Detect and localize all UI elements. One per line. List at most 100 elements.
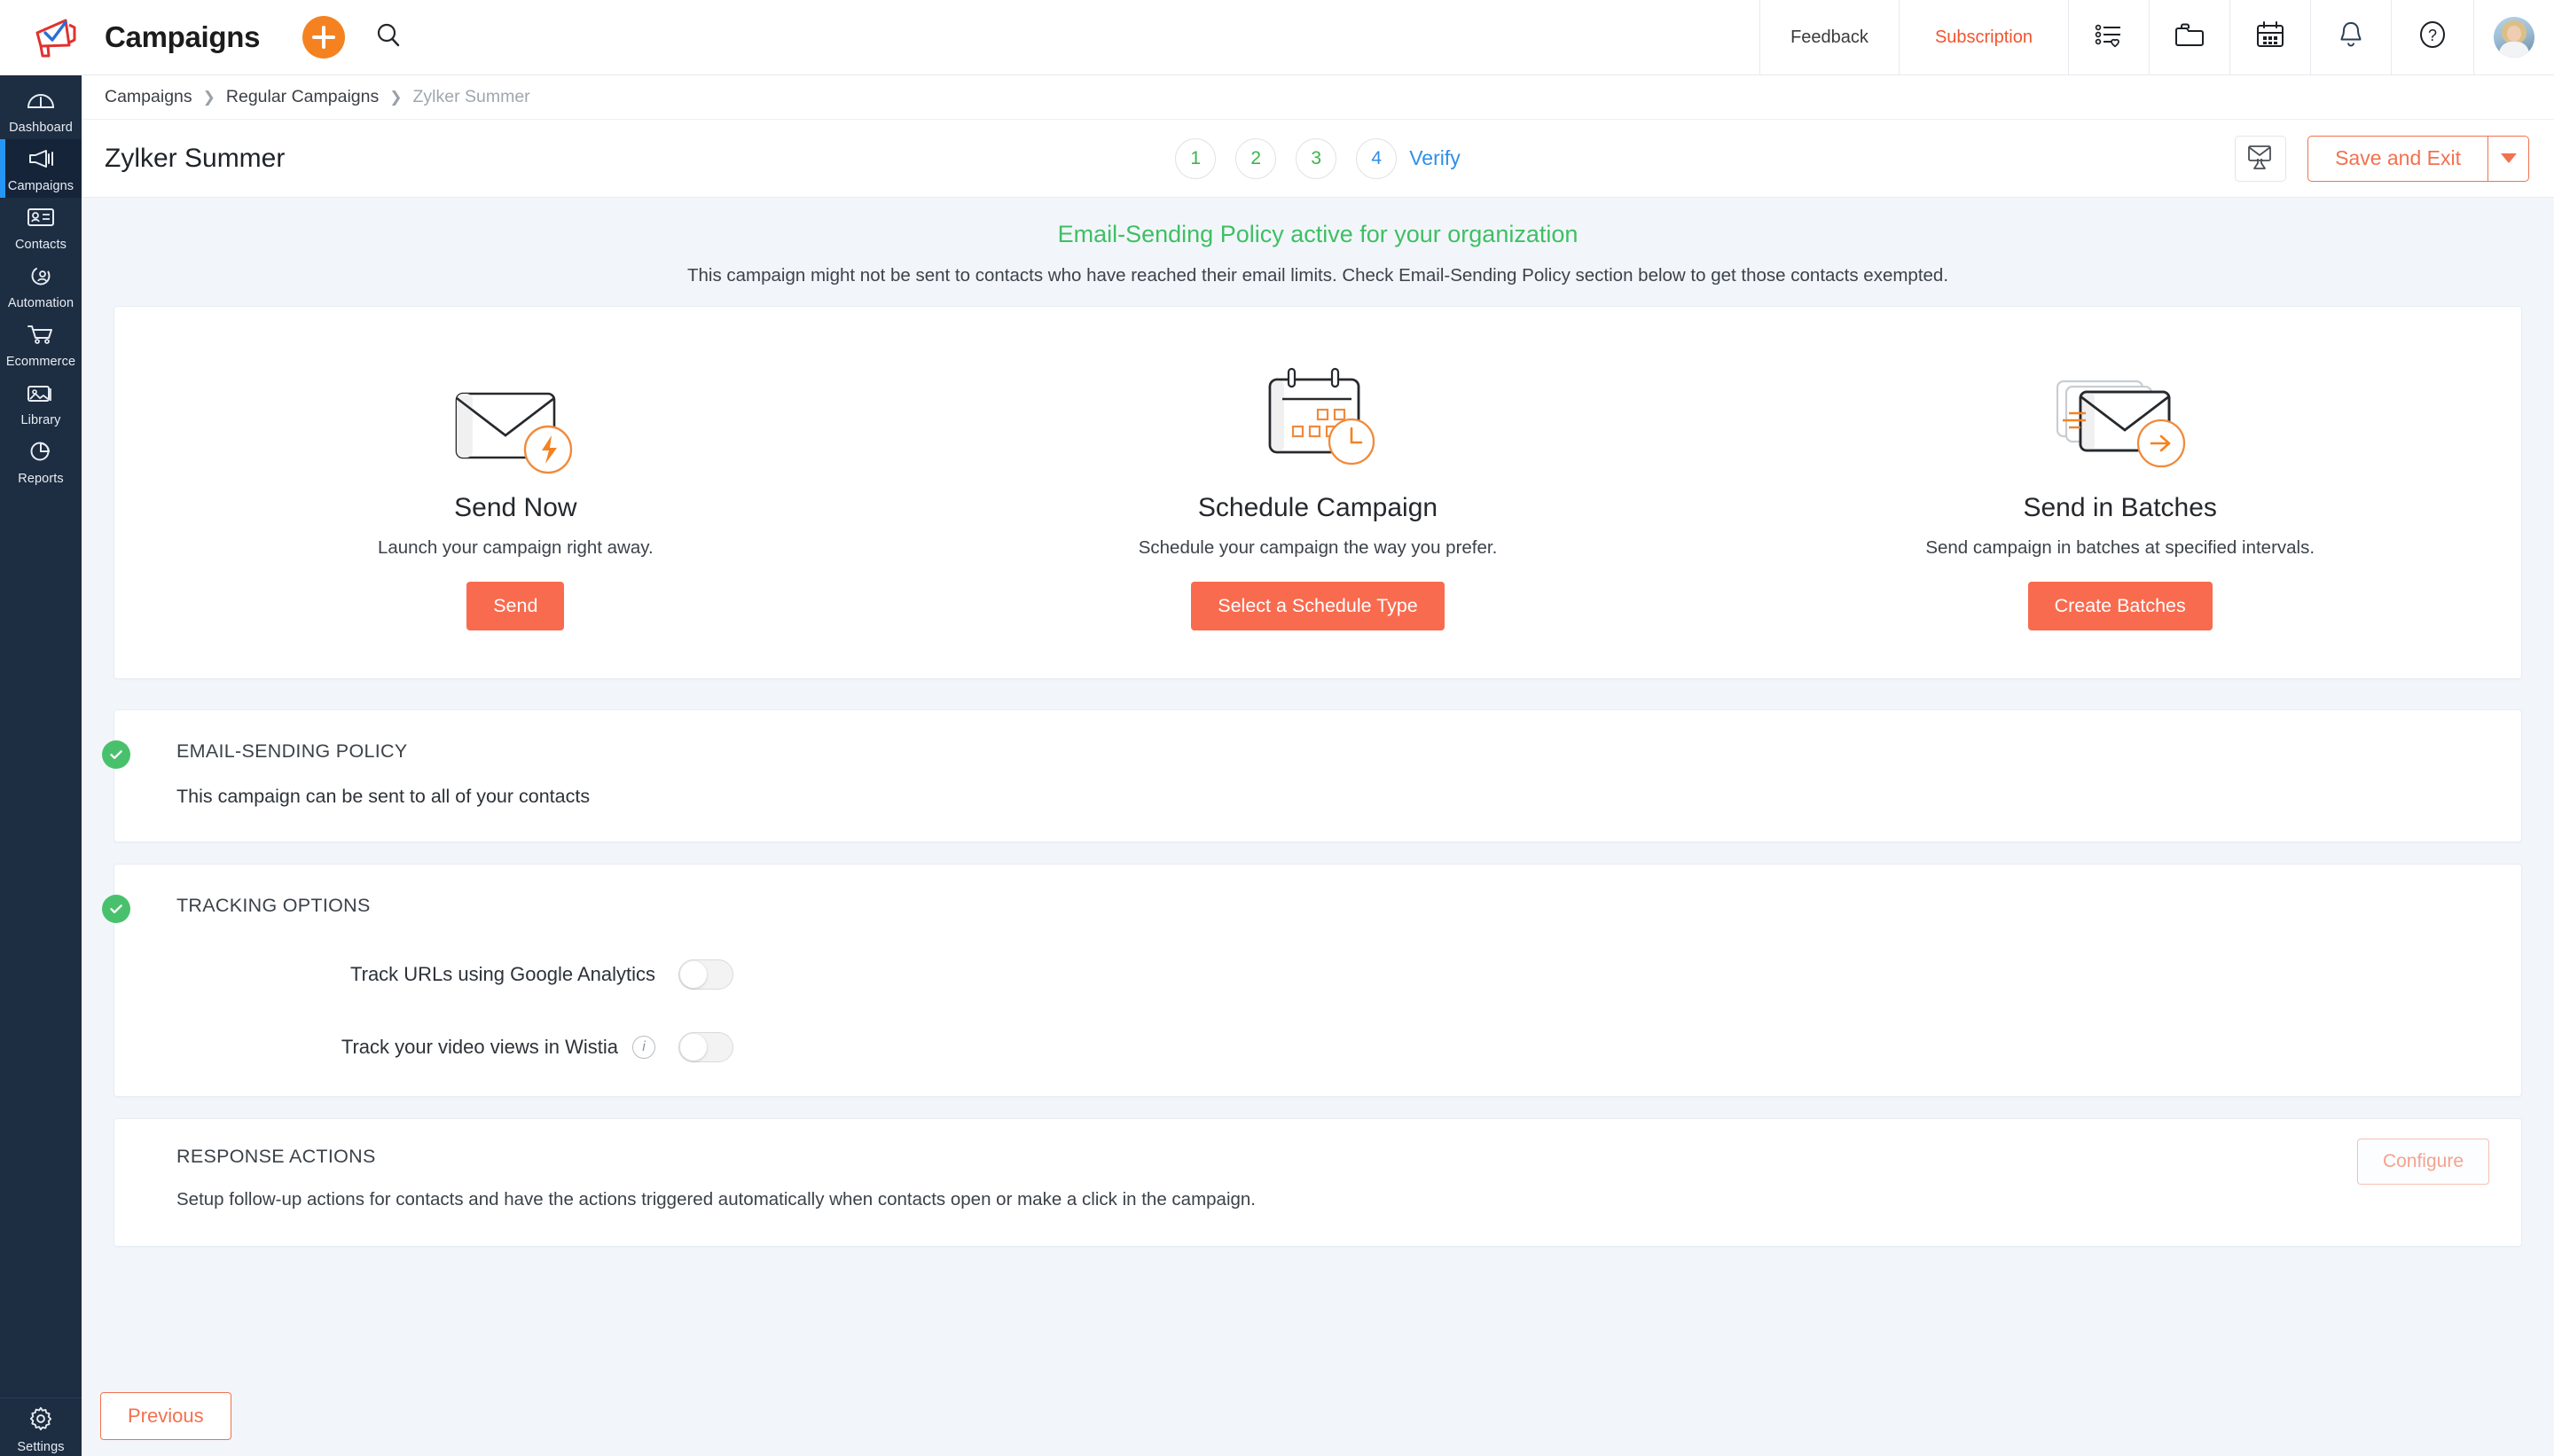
check-circle-icon [102,895,130,923]
policy-banner-description: This campaign might not be sent to conta… [686,265,1949,286]
help-icon-button[interactable]: ? [2391,0,2473,74]
app-root: Campaigns Feedback Subscription ? Dashbo… [0,0,2554,1456]
sidebar-item-label: Settings [17,1439,65,1454]
send-option-send-in-batches: Send in Batches Send campaign in batches… [1719,348,2521,630]
section-title: EMAIL-SENDING POLICY [176,740,408,762]
step-2[interactable]: 2 [1235,137,1277,179]
calendar-icon-button[interactable] [2229,0,2310,74]
tracking-label: Track URLs using Google Analytics [350,963,655,985]
avatar-face [2507,26,2521,42]
automation-icon [26,264,56,292]
sidebar-item-label: Automation [7,296,74,310]
send-test-email-button[interactable] [2235,135,2287,182]
toggle-knob [680,961,707,988]
image-icon [26,381,56,409]
create-batches-button[interactable]: Create Batches [2027,582,2213,630]
send-button[interactable]: Send [466,582,565,630]
svg-text:?: ? [2428,27,2437,44]
send-option-title: Send Now [454,493,577,522]
search-button[interactable] [345,0,430,74]
select-schedule-type-button[interactable]: Select a Schedule Type [1191,582,1445,630]
help-icon: ? [2415,17,2450,58]
search-icon [373,20,403,55]
sidebar-item-label: Campaigns [7,179,74,193]
section-description: Setup follow-up actions for contacts and… [176,1189,1257,1209]
sidebar-item-label: Library [20,413,61,427]
gauge-icon [26,89,56,116]
feedback-button[interactable]: Feedback [1759,0,1899,74]
add-new-button[interactable] [302,16,346,59]
breadcrumb-separator: ❯ [389,88,403,106]
brand-zone: Campaigns [0,0,346,74]
response-actions-section: RESPONSE ACTIONS Setup follow-up actions… [114,1118,2522,1247]
send-option-description: Schedule your campaign the way you prefe… [1138,537,1498,558]
save-and-exit-group: Save and Exit [2307,135,2529,182]
send-option-schedule-campaign: Schedule Campaign Schedule your campaign… [917,348,1720,630]
toggle-track-video-views-wistia[interactable] [678,1032,733,1062]
toggle-knob [680,1034,707,1061]
step-current-label: Verify [1409,146,1461,169]
sidebar-item-contacts[interactable]: Contacts [0,198,82,256]
sidebar-item-automation[interactable]: Automation [0,256,82,315]
envelope-bolt-icon [444,348,586,481]
gear-icon [27,1405,55,1436]
sidebar-item-label: Ecommerce [5,355,76,369]
step-indicator: 1 2 3 4 Verify [82,137,2554,179]
cart-icon [26,323,56,350]
send-option-title: Send in Batches [2023,493,2217,522]
list-heart-icon-button[interactable] [2068,0,2149,74]
section-title: TRACKING OPTIONS [176,895,371,916]
sidebar-item-label: Contacts [14,238,67,252]
check-circle-icon [102,740,130,769]
avatar[interactable] [2494,17,2534,58]
tracking-label: Track your video views in Wistia [341,1036,618,1058]
subscription-button[interactable]: Subscription [1898,0,2068,74]
folder-icon-button[interactable] [2149,0,2229,74]
sidebar-item-label: Reports [18,472,64,486]
sidebar-item-campaigns[interactable]: Campaigns [0,139,82,198]
send-option-send-now: Send Now Launch your campaign right away… [114,348,917,630]
bell-icon-button[interactable] [2310,0,2391,74]
title-bar: Zylker Summer 1 2 3 4 Verify Save and Ex… [82,120,2554,198]
info-icon[interactable]: i [632,1036,655,1059]
body-row: Dashboard Campaigns Contacts Automation [0,75,2554,1456]
main-area: Campaigns ❯ Regular Campaigns ❯ Zylker S… [82,75,2554,1456]
toggle-track-urls-google-analytics[interactable] [678,959,733,990]
previous-button[interactable]: Previous [100,1392,231,1440]
email-sending-policy-section: EMAIL-SENDING POLICY This campaign can b… [102,709,2522,842]
page-title: Zylker Summer [105,143,286,173]
step-1[interactable]: 1 [1175,137,1217,179]
policy-banner-title: Email-Sending Policy active for your org… [1057,221,1579,247]
send-option-title: Schedule Campaign [1197,493,1438,522]
breadcrumb-separator: ❯ [202,88,215,106]
tracking-row-wistia: Track your video views in Wistia i [176,1032,2486,1062]
configure-button[interactable]: Configure [2356,1139,2489,1185]
folder-icon [2173,18,2206,57]
sidebar-item-library[interactable]: Library [0,373,82,432]
title-actions: Save and Exit [2235,135,2529,182]
breadcrumb-item-regular-campaigns[interactable]: Regular Campaigns [226,87,379,107]
avatar-cell [2473,0,2554,74]
chevron-down-icon [2500,153,2517,163]
list-heart-icon [2092,18,2126,57]
breadcrumb-item-campaigns[interactable]: Campaigns [105,87,192,107]
send-options-card: Send Now Launch your campaign right away… [114,306,2522,679]
plus-icon [312,26,336,49]
sidebar-item-settings[interactable]: Settings [0,1397,82,1456]
send-option-description: Send campaign in batches at specified in… [1925,537,2315,558]
step-3[interactable]: 3 [1296,137,1337,179]
section-title: RESPONSE ACTIONS [176,1146,376,1167]
sidebar-item-dashboard[interactable]: Dashboard [0,81,82,139]
pie-chart-icon [26,440,56,467]
send-option-description: Launch your campaign right away. [377,537,654,558]
sidebar: Dashboard Campaigns Contacts Automation [0,75,82,1456]
sidebar-item-reports[interactable]: Reports [0,432,82,490]
sidebar-item-ecommerce[interactable]: Ecommerce [0,315,82,373]
save-and-exit-dropdown[interactable] [2488,135,2529,182]
save-and-exit-button[interactable]: Save and Exit [2307,135,2488,182]
tracking-label-wrap: Track your video views in Wistia i [176,1036,655,1059]
step-4[interactable]: 4 [1356,137,1398,179]
breadcrumb: Campaigns ❯ Regular Campaigns ❯ Zylker S… [82,75,2554,120]
